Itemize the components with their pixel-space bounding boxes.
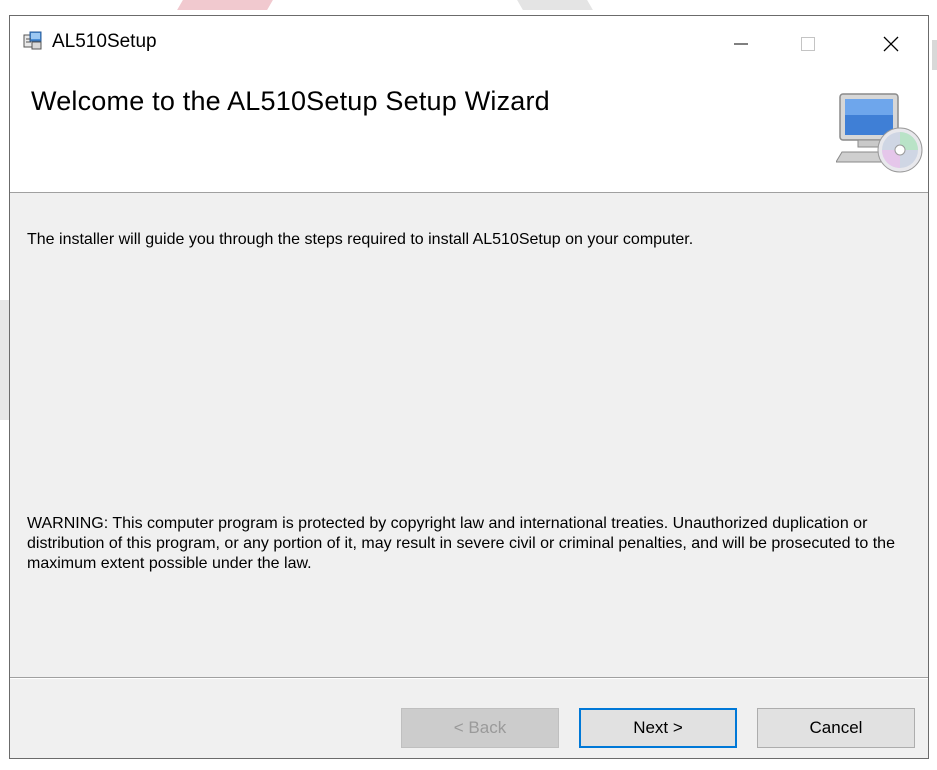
installer-app-icon — [23, 31, 42, 50]
maximize-button[interactable] — [777, 16, 839, 72]
copyright-warning: WARNING: This computer program is protec… — [27, 515, 895, 572]
background-decoration — [932, 40, 937, 70]
footer-divider — [10, 677, 928, 679]
window-title: AL510Setup — [52, 31, 157, 52]
next-button[interactable]: Next > — [579, 708, 737, 748]
wizard-header: Welcome to the AL510Setup Setup Wizard — [10, 72, 928, 193]
intro-text: The installer will guide you through the… — [27, 231, 694, 248]
maximize-icon — [801, 37, 815, 51]
minimize-icon — [734, 43, 748, 45]
back-button[interactable]: < Back — [401, 708, 559, 748]
minimize-button[interactable] — [710, 16, 772, 72]
computer-with-disc-icon — [836, 93, 923, 173]
title-bar[interactable]: AL510Setup — [10, 16, 928, 72]
page-title: Welcome to the AL510Setup Setup Wizard — [31, 86, 550, 116]
setup-wizard-window: AL510Setup Welcome to the AL510Setup Set… — [9, 15, 929, 759]
cancel-button[interactable]: Cancel — [757, 708, 915, 748]
background-decoration — [177, 0, 273, 10]
background-decoration — [517, 0, 593, 10]
close-icon — [883, 36, 899, 52]
close-button[interactable] — [860, 16, 922, 72]
